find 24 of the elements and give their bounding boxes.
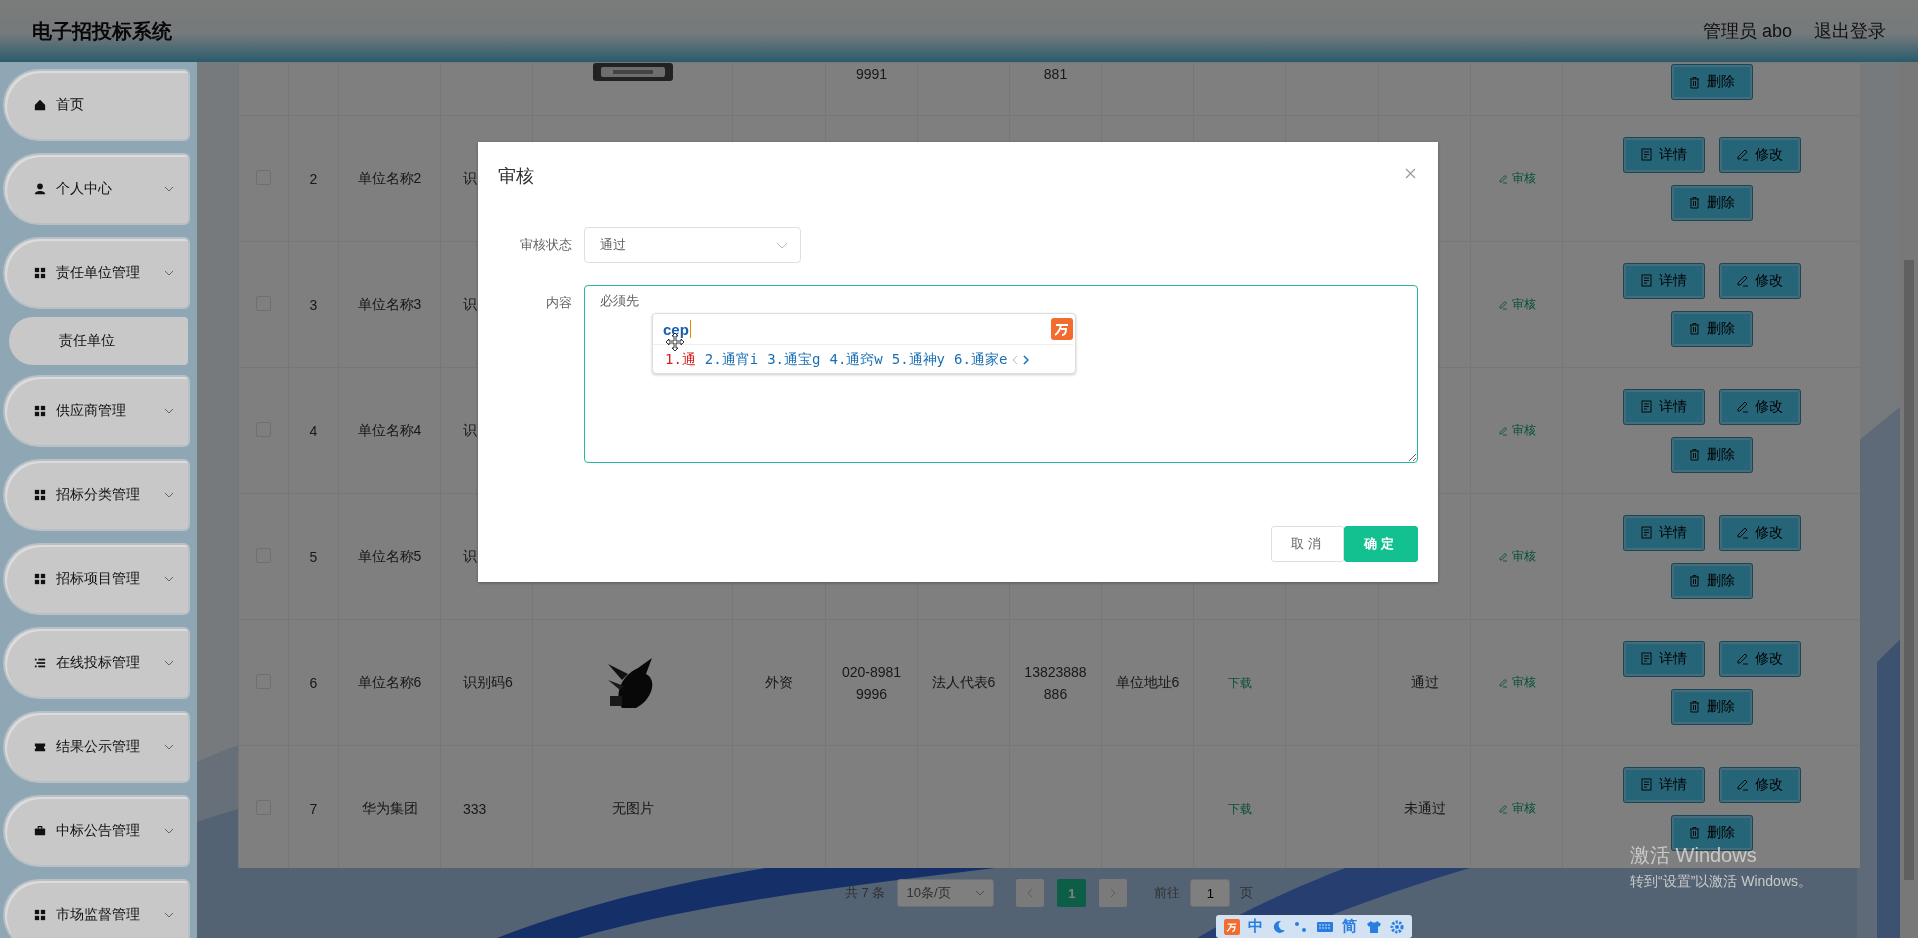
sidebar-item[interactable]: 中标公告管理 [5,797,188,865]
sidebar-item[interactable]: 结果公示管理 [5,713,188,781]
grid-icon [34,573,46,585]
sidebar-item[interactable]: 招标分类管理 [5,461,188,529]
sidebar-item[interactable]: 招标项目管理 [5,545,188,613]
list-icon [34,657,46,669]
sidebar-item[interactable]: 市场监督管理 [5,881,188,938]
grid-icon [34,267,46,279]
briefcase-icon [34,825,46,837]
sidebar-subitem[interactable]: 责任单位 [9,317,188,365]
sidebar-item[interactable]: 供应商管理 [5,377,188,445]
sidebar-item[interactable]: 个人中心 [5,155,188,223]
logout-link[interactable]: 退出登录 [1814,19,1886,43]
home-icon [34,99,46,111]
app-title: 电子招投标系统 [32,18,172,44]
grid-icon [34,489,46,501]
grid-icon [34,405,46,417]
sidebar-item[interactable]: 首页 [5,71,188,139]
sidebar-item[interactable]: 责任单位管理 [5,239,188,307]
grid-icon [34,909,46,921]
sidebar-item[interactable]: 在线投标管理 [5,629,188,697]
user-name: 管理员 abo [1702,20,1792,43]
ticket-icon [34,741,46,753]
user-icon [34,183,46,195]
